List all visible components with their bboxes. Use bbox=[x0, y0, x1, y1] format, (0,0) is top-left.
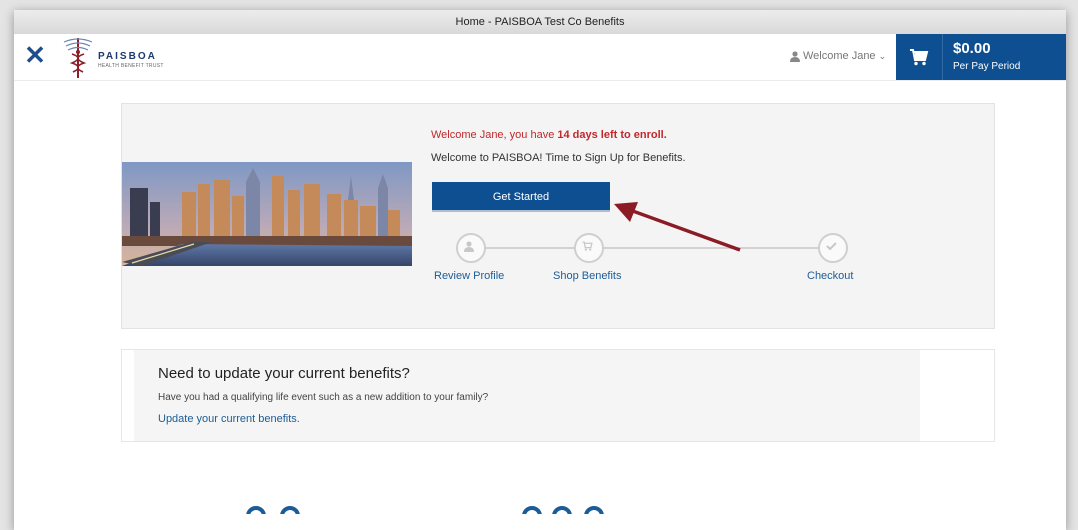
enroll-days: 14 days left to enroll. bbox=[557, 129, 667, 141]
step-shop-benefits[interactable]: Shop Benefits bbox=[553, 270, 622, 282]
update-question: Have you had a qualifying life event suc… bbox=[158, 392, 489, 403]
caduceus-icon bbox=[63, 38, 93, 78]
user-icon bbox=[790, 50, 800, 62]
logo-name: PAISBOA bbox=[98, 51, 157, 62]
site-header: ✕ PAISBOA HEALTH BENEFIT TRUST Welcome J… bbox=[14, 34, 1066, 81]
user-menu[interactable]: Welcome Jane ⌄ bbox=[790, 50, 886, 62]
enroll-prefix: Welcome Jane, you have bbox=[431, 129, 558, 141]
update-benefits-link[interactable]: Update your current benefits. bbox=[158, 413, 300, 425]
cart-price: $0.00 bbox=[953, 40, 991, 57]
close-icon[interactable]: ✕ bbox=[24, 42, 46, 68]
cart-icon bbox=[910, 49, 929, 66]
browser-window: Home - PAISBOA Test Co Benefits ✕ PAISBO… bbox=[14, 10, 1066, 530]
update-title: Need to update your current benefits? bbox=[158, 365, 410, 382]
update-benefits-panel: Need to update your current benefits? Ha… bbox=[134, 350, 920, 441]
cropped-heading-fragment bbox=[246, 506, 604, 514]
step-review-profile-icon bbox=[456, 233, 486, 263]
window-title: Home - PAISBOA Test Co Benefits bbox=[14, 10, 1066, 35]
get-started-button[interactable]: Get Started bbox=[432, 182, 610, 212]
city-skyline-image bbox=[122, 162, 412, 266]
update-benefits-card: Need to update your current benefits? Ha… bbox=[121, 349, 995, 442]
check-icon bbox=[826, 242, 837, 251]
step-shop-benefits-icon bbox=[574, 233, 604, 263]
cart-icon bbox=[582, 241, 593, 251]
logo-tagline: HEALTH BENEFIT TRUST bbox=[98, 63, 164, 69]
cart-total[interactable]: $0.00 Per Pay Period bbox=[943, 34, 1066, 80]
cart-button[interactable] bbox=[896, 34, 943, 80]
enrollment-deadline: Welcome Jane, you have 14 days left to e… bbox=[431, 129, 667, 141]
user-icon bbox=[464, 241, 474, 252]
step-review-profile[interactable]: Review Profile bbox=[434, 270, 504, 282]
cart-period: Per Pay Period bbox=[953, 61, 1021, 72]
step-checkout-icon bbox=[818, 233, 848, 263]
enrollment-hero: Welcome Jane, you have 14 days left to e… bbox=[121, 103, 995, 329]
welcome-text: Welcome Jane bbox=[803, 50, 876, 62]
step-checkout[interactable]: Checkout bbox=[807, 270, 853, 282]
chevron-down-icon: ⌄ bbox=[878, 51, 887, 61]
paisboa-logo[interactable]: PAISBOA HEALTH BENEFIT TRUST bbox=[60, 34, 170, 80]
annotation-arrow-icon bbox=[614, 202, 741, 252]
intro-text: Welcome to PAISBOA! Time to Sign Up for … bbox=[431, 152, 686, 164]
